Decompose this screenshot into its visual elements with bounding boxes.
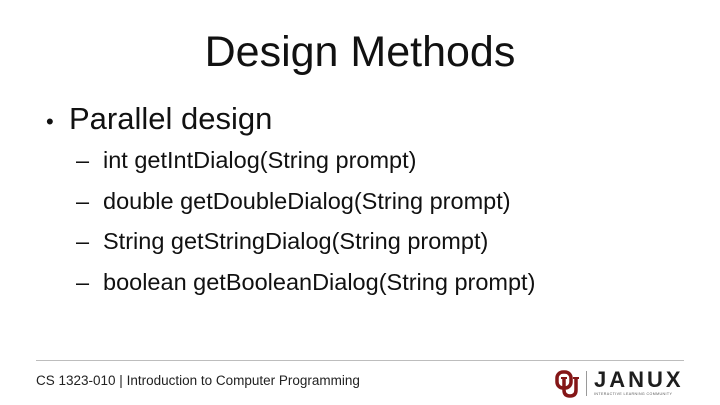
slide-title: Design Methods bbox=[204, 28, 516, 76]
sub-bullet-item: – double getDoubleDialog(String prompt) bbox=[76, 187, 535, 228]
sub-bullet-item: – boolean getBooleanDialog(String prompt… bbox=[76, 268, 535, 309]
dash-marker: – bbox=[76, 187, 90, 214]
janux-tagline: INTERACTIVE LEARNING COMMUNITY bbox=[594, 392, 673, 396]
sub-bullet-item: – int getIntDialog(String prompt) bbox=[76, 146, 535, 187]
course-footer-text: CS 1323-010 | Introduction to Computer P… bbox=[36, 373, 360, 388]
dash-marker: – bbox=[76, 228, 90, 254]
dash-marker: – bbox=[76, 268, 90, 295]
footer-divider bbox=[36, 360, 684, 361]
janux-logo: JANUX INTERACTIVE LEARNING COMMUNITY bbox=[594, 369, 686, 397]
sub-bullet-text: double getDoubleDialog(String prompt) bbox=[103, 187, 511, 214]
sub-bullet-text: String getStringDialog(String prompt) bbox=[103, 228, 489, 254]
sub-bullet-text: boolean getBooleanDialog(String prompt) bbox=[103, 268, 536, 295]
sub-bullet-item: – String getStringDialog(String prompt) bbox=[76, 227, 535, 268]
bullet-text: Parallel design bbox=[69, 101, 273, 136]
sub-bullet-text: int getIntDialog(String prompt) bbox=[103, 147, 417, 173]
sub-bullet-list: – int getIntDialog(String prompt) – doub… bbox=[76, 146, 535, 308]
logo-divider bbox=[586, 371, 587, 396]
dash-marker: – bbox=[76, 147, 90, 173]
bullet-marker: • bbox=[46, 109, 54, 134]
ou-interlocking-logo-icon bbox=[555, 370, 579, 398]
janux-wordmark: JANUX bbox=[594, 367, 684, 392]
bullet-item: • Parallel design bbox=[46, 100, 272, 141]
slide: Design Methods • Parallel design – int g… bbox=[0, 0, 720, 405]
